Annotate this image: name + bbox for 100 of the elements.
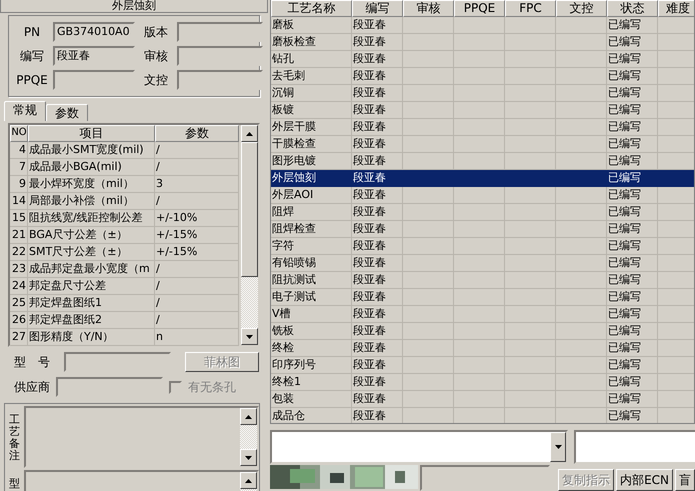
table-cell[interactable]: 段亚春 (352, 272, 403, 289)
table-cell[interactable]: 段亚春 (352, 289, 403, 306)
table-cell[interactable]: 图形电镀 (271, 153, 352, 170)
table-cell[interactable]: 段亚春 (352, 221, 403, 238)
table-cell[interactable]: 印序列号 (271, 357, 352, 374)
table-cell[interactable]: 已编写 (607, 391, 658, 408)
table-cell[interactable]: 电子测试 (271, 289, 352, 306)
table-cell[interactable]: 已编写 (607, 221, 658, 238)
table-cell[interactable]: 已编写 (607, 51, 658, 68)
table-cell[interactable]: 段亚春 (352, 34, 403, 51)
table-cell[interactable]: 已编写 (607, 34, 658, 51)
table-cell[interactable]: 终检 (271, 340, 352, 357)
column-header[interactable]: PPQE (454, 0, 505, 17)
column-header[interactable]: 编写 (352, 0, 403, 17)
table-cell[interactable]: 已编写 (607, 153, 658, 170)
text-field[interactable] (574, 430, 695, 464)
tab[interactable]: 常规 (4, 101, 46, 121)
scrollbar[interactable] (240, 408, 257, 466)
table-cell[interactable]: 板镀 (271, 102, 352, 119)
table-cell[interactable]: 段亚春 (352, 17, 403, 34)
table-cell[interactable]: 已编写 (607, 340, 658, 357)
table-cell[interactable]: 段亚春 (352, 340, 403, 357)
table-cell[interactable]: 外层蚀刻 (271, 170, 352, 187)
table-cell[interactable]: V槽 (271, 306, 352, 323)
table-cell[interactable]: 段亚春 (352, 119, 403, 136)
column-header[interactable]: 文控 (556, 0, 607, 17)
text-field[interactable]: 段亚春 (53, 46, 135, 66)
table-cell[interactable]: 已编写 (607, 85, 658, 102)
table-cell[interactable]: 已编写 (607, 238, 658, 255)
table-cell[interactable]: 段亚春 (352, 357, 403, 374)
table-cell: 7 (10, 159, 28, 176)
tab[interactable]: 参数 (46, 104, 88, 121)
table-cell[interactable]: 已编写 (607, 187, 658, 204)
table-cell[interactable]: 钻孔 (271, 51, 352, 68)
table-cell[interactable]: 终检1 (271, 374, 352, 391)
column-header[interactable]: 难度 (658, 0, 694, 17)
table-cell[interactable]: 段亚春 (352, 153, 403, 170)
column-header[interactable]: 审核 (403, 0, 454, 17)
table-cell[interactable]: 已编写 (607, 68, 658, 85)
table-cell: 最小焊环宽度（mil） (28, 176, 155, 193)
table-cell[interactable]: 已编写 (607, 272, 658, 289)
table-cell: / (155, 295, 239, 312)
column-header[interactable]: FPC (505, 0, 556, 17)
table-cell[interactable]: 已编写 (607, 289, 658, 306)
memo-field[interactable] (24, 406, 259, 468)
toolbar-button[interactable]: 盲 (675, 469, 695, 491)
dropdown-field[interactable] (270, 430, 568, 464)
table-cell[interactable]: 已编写 (607, 204, 658, 221)
table-cell[interactable]: 铣板 (271, 323, 352, 340)
table-cell[interactable]: 沉铜 (271, 85, 352, 102)
table-cell[interactable]: 段亚春 (352, 204, 403, 221)
table-cell[interactable]: 段亚春 (352, 323, 403, 340)
text-field[interactable]: GB374010A0 (53, 22, 135, 42)
table-cell[interactable]: 字符 (271, 238, 352, 255)
table-cell[interactable]: 包装 (271, 391, 352, 408)
table-cell[interactable]: 磨板 (271, 17, 352, 34)
table-cell[interactable]: 已编写 (607, 357, 658, 374)
table-cell[interactable]: 已编写 (607, 136, 658, 153)
table-cell[interactable]: 已编写 (607, 170, 658, 187)
column-header[interactable]: 项目 (28, 125, 155, 142)
table-cell[interactable]: 段亚春 (352, 85, 403, 102)
table-cell[interactable]: 磨板检查 (271, 34, 352, 51)
table-cell[interactable]: 段亚春 (352, 408, 403, 423)
table-cell[interactable]: 去毛刺 (271, 68, 352, 85)
table-cell[interactable]: 阻焊检查 (271, 221, 352, 238)
column-header[interactable]: 参数 (155, 125, 239, 142)
table-cell[interactable]: 已编写 (607, 255, 658, 272)
table-cell[interactable]: 已编写 (607, 17, 658, 34)
table-cell[interactable]: 段亚春 (352, 187, 403, 204)
table-cell[interactable]: 段亚春 (352, 374, 403, 391)
column-header[interactable]: 状态 (607, 0, 658, 17)
column-header[interactable]: NO (10, 125, 28, 142)
column-header[interactable]: 工艺名称 (271, 0, 352, 17)
table-cell[interactable]: 已编写 (607, 102, 658, 119)
table-cell[interactable]: 段亚春 (352, 255, 403, 272)
table-cell[interactable]: 已编写 (607, 323, 658, 340)
table-cell[interactable]: 已编写 (607, 374, 658, 391)
table-cell[interactable]: 阻焊 (271, 204, 352, 221)
table-cell[interactable]: 段亚春 (352, 391, 403, 408)
table-cell[interactable]: 外层干膜 (271, 119, 352, 136)
toolbar-button[interactable]: 内部ECN (616, 469, 673, 491)
table-cell: 邦定盘尺寸公差 (28, 278, 155, 295)
table-cell[interactable]: 阻抗测试 (271, 272, 352, 289)
table-cell[interactable]: 段亚春 (352, 102, 403, 119)
table-cell[interactable]: 已编写 (607, 306, 658, 323)
table-cell[interactable]: 已编写 (607, 408, 658, 423)
table-cell[interactable]: 段亚春 (352, 306, 403, 323)
table-cell[interactable]: 已编写 (607, 119, 658, 136)
table-cell[interactable]: 成品仓 (271, 408, 352, 423)
table-cell[interactable]: 段亚春 (352, 170, 403, 187)
table-cell[interactable]: 段亚春 (352, 136, 403, 153)
table-cell[interactable]: 有铅喷锡 (271, 255, 352, 272)
table-cell[interactable] (658, 170, 694, 187)
table-cell[interactable]: 段亚春 (352, 238, 403, 255)
table-cell[interactable]: 外层AOI (271, 187, 352, 204)
table-cell[interactable]: 段亚春 (352, 68, 403, 85)
table-cell[interactable]: 干膜检查 (271, 136, 352, 153)
field-label: 编写 (19, 48, 45, 64)
scrollbar[interactable] (241, 125, 258, 345)
table-cell[interactable]: 段亚春 (352, 51, 403, 68)
